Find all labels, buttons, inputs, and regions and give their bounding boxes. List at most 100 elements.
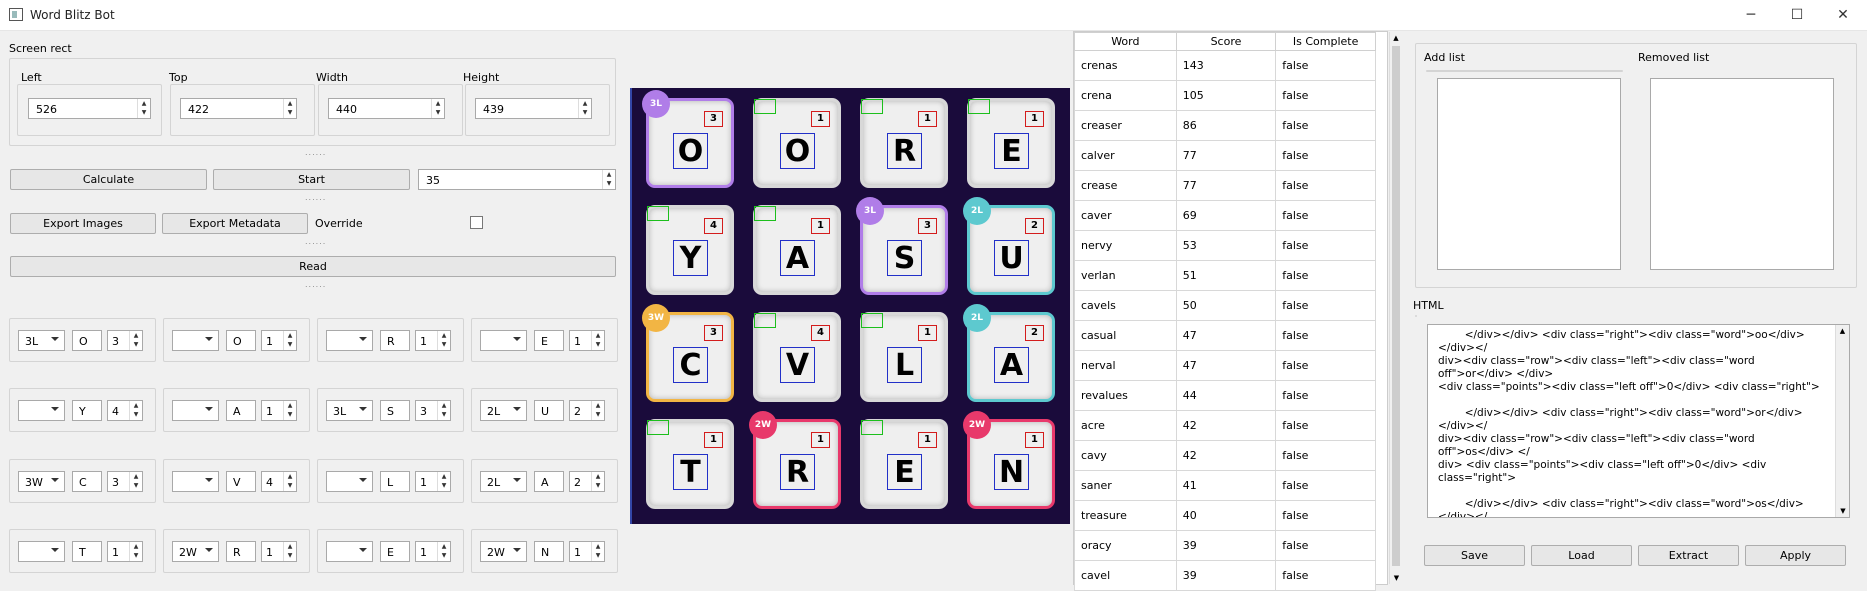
- html-scrollbar[interactable]: ▲ ▼: [1835, 325, 1849, 517]
- spin-arrows-icon[interactable]: ▲ ▼: [129, 542, 142, 561]
- points-spinbox[interactable]: 1 ▲ ▼: [415, 330, 451, 351]
- table-scrollbar[interactable]: ▲ ▼: [1389, 32, 1402, 584]
- score-cell[interactable]: 77: [1175, 140, 1277, 171]
- override-checkbox[interactable]: [470, 216, 483, 229]
- complete-cell[interactable]: false: [1275, 500, 1376, 531]
- letter-input[interactable]: R: [226, 541, 256, 562]
- spin-arrows-icon[interactable]: ▲ ▼: [283, 401, 296, 420]
- multiplier-combo[interactable]: [480, 330, 527, 351]
- multiplier-combo[interactable]: 3W: [18, 471, 65, 492]
- multiplier-combo[interactable]: [172, 471, 219, 492]
- spin-arrows-icon[interactable]: ▲ ▼: [129, 472, 142, 491]
- table-row[interactable]: caver 69 false: [1074, 200, 1376, 231]
- letter-input[interactable]: S: [380, 400, 410, 421]
- word-cell[interactable]: creaser: [1074, 110, 1177, 141]
- removed-list[interactable]: [1650, 78, 1834, 270]
- spin-arrows-icon[interactable]: ▲ ▼: [591, 472, 604, 491]
- minimize-button[interactable]: ─: [1728, 0, 1774, 30]
- spin-arrows-icon[interactable]: ▲ ▼: [431, 99, 444, 118]
- points-spinbox[interactable]: 1 ▲ ▼: [569, 541, 605, 562]
- multiplier-combo[interactable]: 2W: [172, 541, 219, 562]
- complete-cell[interactable]: false: [1275, 230, 1376, 261]
- table-row[interactable]: acre 42 false: [1074, 410, 1376, 441]
- html-textarea[interactable]: </div></div> <div class="right"><div cla…: [1427, 324, 1850, 518]
- letter-input[interactable]: E: [380, 541, 410, 562]
- table-row[interactable]: casual 47 false: [1074, 320, 1376, 351]
- spin-arrows-icon[interactable]: ▲ ▼: [437, 331, 450, 350]
- load-button[interactable]: Load: [1531, 545, 1632, 566]
- spin-arrows-icon[interactable]: ▲ ▼: [437, 472, 450, 491]
- complete-cell[interactable]: false: [1275, 50, 1376, 81]
- letter-input[interactable]: N: [534, 541, 564, 562]
- scroll-down-icon[interactable]: ▼: [1836, 507, 1850, 515]
- table-row[interactable]: cavel 39 false: [1074, 560, 1376, 591]
- multiplier-combo[interactable]: 2L: [480, 400, 527, 421]
- left-spinbox[interactable]: 526 ▲ ▼: [28, 98, 151, 119]
- complete-cell[interactable]: false: [1275, 260, 1376, 291]
- export-metadata-button[interactable]: Export Metadata: [162, 213, 308, 234]
- table-row[interactable]: nerval 47 false: [1074, 350, 1376, 381]
- spin-arrows-icon[interactable]: ▲ ▼: [437, 542, 450, 561]
- complete-cell[interactable]: false: [1275, 350, 1376, 381]
- points-spinbox[interactable]: 1 ▲ ▼: [261, 541, 297, 562]
- export-images-button[interactable]: Export Images: [10, 213, 156, 234]
- word-cell[interactable]: nerval: [1074, 350, 1177, 381]
- spin-arrows-icon[interactable]: ▲ ▼: [283, 99, 296, 118]
- score-cell[interactable]: 69: [1175, 200, 1277, 231]
- spin-arrows-icon[interactable]: ▲ ▼: [283, 542, 296, 561]
- letter-input[interactable]: E: [534, 330, 564, 351]
- complete-cell[interactable]: false: [1275, 470, 1376, 501]
- points-spinbox[interactable]: 2 ▲ ▼: [569, 400, 605, 421]
- add-list[interactable]: [1437, 78, 1621, 270]
- letter-input[interactable]: V: [226, 471, 256, 492]
- points-spinbox[interactable]: 4 ▲ ▼: [107, 400, 143, 421]
- word-cell[interactable]: saner: [1074, 470, 1177, 501]
- multiplier-combo[interactable]: 2W: [480, 541, 527, 562]
- table-row[interactable]: verlan 51 false: [1074, 260, 1376, 291]
- start-button[interactable]: Start: [213, 169, 410, 190]
- complete-cell[interactable]: false: [1275, 80, 1376, 111]
- letter-input[interactable]: L: [380, 471, 410, 492]
- multiplier-combo[interactable]: [326, 330, 373, 351]
- score-cell[interactable]: 39: [1175, 530, 1277, 561]
- word-cell[interactable]: casual: [1074, 320, 1177, 351]
- multiplier-combo[interactable]: [172, 330, 219, 351]
- points-spinbox[interactable]: 1 ▲ ▼: [415, 471, 451, 492]
- word-cell[interactable]: verlan: [1074, 260, 1177, 291]
- table-row[interactable]: revalues 44 false: [1074, 380, 1376, 411]
- score-cell[interactable]: 47: [1175, 350, 1277, 381]
- word-cell[interactable]: crena: [1074, 80, 1177, 111]
- points-spinbox[interactable]: 1 ▲ ▼: [107, 541, 143, 562]
- close-button[interactable]: ✕: [1820, 0, 1866, 30]
- multiplier-combo[interactable]: 3L: [326, 400, 373, 421]
- score-cell[interactable]: 143: [1175, 50, 1277, 81]
- score-cell[interactable]: 105: [1175, 80, 1277, 111]
- spin-arrows-icon[interactable]: ▲ ▼: [591, 542, 604, 561]
- complete-cell[interactable]: false: [1275, 380, 1376, 411]
- score-cell[interactable]: 40: [1175, 500, 1277, 531]
- score-cell[interactable]: 77: [1175, 170, 1277, 201]
- word-cell[interactable]: crenas: [1074, 50, 1177, 81]
- table-row[interactable]: crease 77 false: [1074, 170, 1376, 201]
- spin-arrows-icon[interactable]: ▲ ▼: [283, 472, 296, 491]
- word-cell[interactable]: treasure: [1074, 500, 1177, 531]
- points-spinbox[interactable]: 3 ▲ ▼: [107, 471, 143, 492]
- points-spinbox[interactable]: 3 ▲ ▼: [415, 400, 451, 421]
- points-spinbox[interactable]: 1 ▲ ▼: [261, 400, 297, 421]
- word-cell[interactable]: revalues: [1074, 380, 1177, 411]
- table-row[interactable]: creaser 86 false: [1074, 110, 1376, 141]
- spin-arrows-icon[interactable]: ▲ ▼: [129, 401, 142, 420]
- complete-cell[interactable]: false: [1275, 320, 1376, 351]
- letter-input[interactable]: O: [226, 330, 256, 351]
- multiplier-combo[interactable]: [18, 541, 65, 562]
- delay-spinbox[interactable]: 35 ▲ ▼: [418, 169, 616, 190]
- complete-cell[interactable]: false: [1275, 530, 1376, 561]
- complete-cell[interactable]: false: [1275, 200, 1376, 231]
- spin-arrows-icon[interactable]: ▲ ▼: [591, 331, 604, 350]
- complete-cell[interactable]: false: [1275, 560, 1376, 591]
- word-cell[interactable]: caver: [1074, 200, 1177, 231]
- col-header-score[interactable]: Score: [1175, 32, 1277, 51]
- score-cell[interactable]: 86: [1175, 110, 1277, 141]
- points-spinbox[interactable]: 1 ▲ ▼: [569, 330, 605, 351]
- points-spinbox[interactable]: 2 ▲ ▼: [569, 471, 605, 492]
